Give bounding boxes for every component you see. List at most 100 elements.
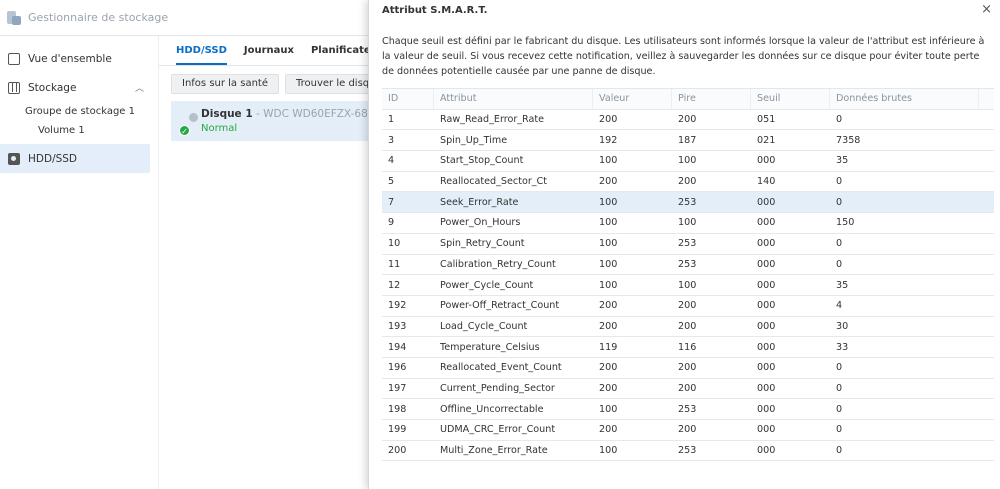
cell-id: 200 — [388, 445, 407, 457]
cell-value: 100 — [599, 279, 618, 291]
smart-attributes-dialog: Attribut S.M.A.R.T. × Chaque seuil est d… — [368, 0, 1000, 489]
table-row[interactable]: 197 Current_Pending_Sector 200 200 000 0 — [382, 379, 994, 400]
cell-id: 5 — [388, 176, 395, 188]
sidebar-item-storage[interactable]: Stockage ︿ — [0, 73, 158, 102]
cell-raw-data: 0 — [836, 362, 843, 374]
table-row[interactable]: 4 Start_Stop_Count 100 100 000 35 — [382, 151, 994, 172]
chevron-up-icon[interactable]: ︿ — [135, 81, 144, 94]
column-header-attribute[interactable]: Attribut — [434, 89, 593, 109]
cell-value: 200 — [599, 320, 618, 332]
cell-worst: 253 — [678, 196, 697, 208]
cell-raw-data: 4 — [836, 300, 843, 312]
cell-id: 12 — [388, 279, 401, 291]
cell-worst: 200 — [678, 176, 697, 188]
cell-worst: 253 — [678, 403, 697, 415]
cell-id: 199 — [388, 424, 407, 436]
cell-worst: 253 — [678, 258, 697, 270]
cell-attribute: Spin_Retry_Count — [440, 238, 525, 250]
column-header-value[interactable]: Valeur — [593, 89, 672, 109]
tab-hdd-ssd[interactable]: HDD/SSD — [176, 45, 227, 65]
cell-value: 100 — [599, 196, 618, 208]
table-row[interactable]: 1 Raw_Read_Error_Rate 200 200 051 0 — [382, 110, 994, 131]
storage-manager-icon — [6, 10, 22, 26]
cell-value: 200 — [599, 382, 618, 394]
table-row[interactable]: 9 Power_On_Hours 100 100 000 150 — [382, 213, 994, 234]
cell-id: 1 — [388, 114, 395, 126]
sidebar-item-overview[interactable]: Vue d'ensemble — [0, 44, 158, 73]
cell-value: 192 — [599, 134, 618, 146]
cell-raw-data: 35 — [836, 155, 849, 167]
cell-worst: 100 — [678, 217, 697, 229]
table-row[interactable]: 11 Calibration_Retry_Count 100 253 000 0 — [382, 255, 994, 276]
sidebar-item-storage-pool[interactable]: Groupe de stockage 1 — [0, 102, 158, 121]
cell-worst: 187 — [678, 134, 697, 146]
cell-attribute: Offline_Uncorrectable — [440, 403, 544, 415]
cell-threshold: 000 — [757, 445, 776, 457]
disk-model: - WDC WD60EFZX-68B — [252, 108, 375, 120]
cell-threshold: 021 — [757, 134, 776, 146]
cell-worst: 200 — [678, 300, 697, 312]
disk-list-item[interactable]: ✓ Disque 1 - WDC WD60EFZX-68B Normal — [171, 101, 375, 141]
cell-threshold: 000 — [757, 155, 776, 167]
cell-raw-data: 0 — [836, 114, 843, 126]
cell-attribute: Power_On_Hours — [440, 217, 521, 229]
cell-threshold: 000 — [757, 217, 776, 229]
table-row[interactable]: 193 Load_Cycle_Count 200 200 000 30 — [382, 317, 994, 338]
cell-value: 100 — [599, 445, 618, 457]
table-row[interactable]: 12 Power_Cycle_Count 100 100 000 35 — [382, 275, 994, 296]
cell-worst: 253 — [678, 238, 697, 250]
cell-value: 200 — [599, 300, 618, 312]
table-header: ID Attribut Valeur Pire Seuil Données br… — [382, 89, 994, 110]
table-row[interactable]: 194 Temperature_Celsius 119 116 000 33 — [382, 337, 994, 358]
cell-attribute: Reallocated_Sector_Ct — [440, 176, 548, 188]
column-header-worst[interactable]: Pire — [672, 89, 751, 109]
cell-attribute: Current_Pending_Sector — [440, 382, 555, 394]
cell-threshold: 140 — [757, 176, 776, 188]
cell-raw-data: 150 — [836, 217, 855, 229]
cell-threshold: 000 — [757, 320, 776, 332]
overview-icon — [8, 52, 20, 65]
cell-threshold: 000 — [757, 362, 776, 374]
table-row[interactable]: 192 Power-Off_Retract_Count 200 200 000 4 — [382, 296, 994, 317]
cell-threshold: 051 — [757, 114, 776, 126]
cell-id: 10 — [388, 238, 401, 250]
tab-logs[interactable]: Journaux — [244, 45, 294, 65]
cell-id: 197 — [388, 382, 407, 394]
health-info-button[interactable]: Infos sur la santé — [171, 74, 279, 94]
table-row[interactable]: 200 Multi_Zone_Error_Rate 100 253 000 0 — [382, 441, 994, 462]
column-header-threshold[interactable]: Seuil — [751, 89, 830, 109]
cell-value: 200 — [599, 114, 618, 126]
column-header-id[interactable]: ID — [382, 89, 434, 109]
cell-threshold: 000 — [757, 424, 776, 436]
storage-icon — [8, 81, 20, 94]
table-row[interactable]: 198 Offline_Uncorrectable 100 253 000 0 — [382, 399, 994, 420]
sidebar-item-label: HDD/SSD — [28, 152, 78, 165]
close-icon[interactable]: × — [981, 2, 992, 17]
cell-attribute: UDMA_CRC_Error_Count — [440, 424, 556, 436]
cell-raw-data: 0 — [836, 238, 843, 250]
cell-value: 100 — [599, 403, 618, 415]
sidebar-item-hdd-ssd[interactable]: HDD/SSD — [0, 144, 150, 173]
cell-attribute: Calibration_Retry_Count — [440, 258, 556, 270]
cell-attribute: Temperature_Celsius — [440, 341, 540, 353]
table-row[interactable]: 5 Reallocated_Sector_Ct 200 200 140 0 — [382, 172, 994, 193]
cell-value: 200 — [599, 362, 618, 374]
cell-raw-data: 0 — [836, 196, 843, 208]
cell-worst: 253 — [678, 445, 697, 457]
cell-attribute: Power-Off_Retract_Count — [440, 300, 560, 312]
table-row[interactable]: 10 Spin_Retry_Count 100 253 000 0 — [382, 234, 994, 255]
cell-id: 11 — [388, 258, 401, 270]
table-row[interactable]: 196 Reallocated_Event_Count 200 200 000 0 — [382, 358, 994, 379]
cell-attribute: Spin_Up_Time — [440, 134, 508, 146]
cell-raw-data: 33 — [836, 341, 849, 353]
table-row[interactable]: 3 Spin_Up_Time 192 187 021 7358 — [382, 130, 994, 152]
cell-attribute: Start_Stop_Count — [440, 155, 524, 167]
cell-raw-data: 0 — [836, 424, 843, 436]
disk-info: Disque 1 - WDC WD60EFZX-68B Normal — [201, 108, 375, 134]
column-header-raw-data[interactable]: Données brutes — [830, 89, 979, 109]
cell-value: 200 — [599, 176, 618, 188]
table-row[interactable]: 7 Seek_Error_Rate 100 253 000 0 — [382, 192, 994, 214]
sidebar-item-volume[interactable]: Volume 1 — [0, 121, 158, 140]
sidebar-item-label: Volume 1 — [38, 125, 85, 136]
table-row[interactable]: 199 UDMA_CRC_Error_Count 200 200 000 0 — [382, 420, 994, 441]
